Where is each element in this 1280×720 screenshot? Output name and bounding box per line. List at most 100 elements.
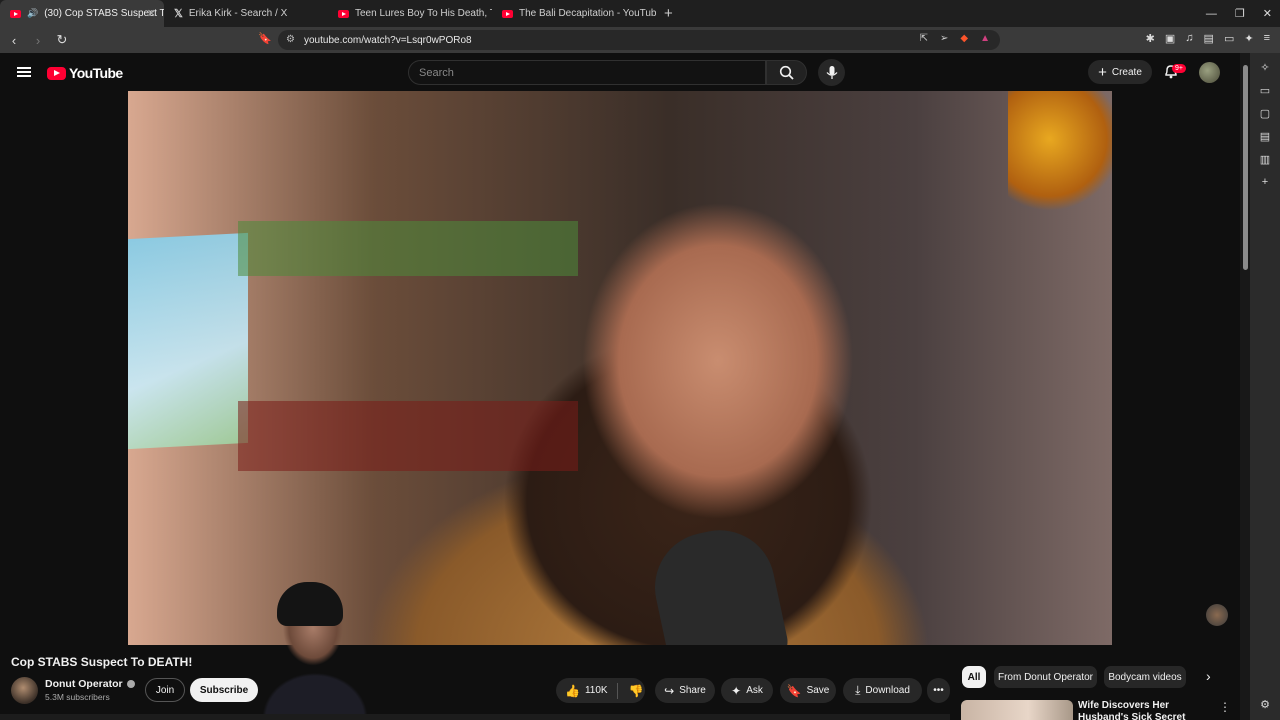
voice-search-button[interactable] (818, 59, 845, 86)
omnibox-actions: ⇱ ➢ ◆ ▲ (920, 33, 990, 44)
bookmark-icon[interactable]: 🔖 (258, 32, 272, 45)
page-scrollbar[interactable] (1240, 53, 1250, 720)
channel-name[interactable]: Donut Operator (45, 678, 135, 690)
sparkle-icon: ✦ (731, 683, 742, 698)
bookmark-save-icon: 🔖 (786, 683, 802, 698)
video-background-shelf (238, 401, 578, 471)
channel-avatar[interactable] (11, 677, 38, 704)
video-player[interactable] (128, 91, 1112, 645)
tab-title: Erika Kirk - Search / X (188, 8, 288, 19)
settings-icon[interactable]: ⚙ (1260, 698, 1270, 711)
leo-ai-icon[interactable]: ✧ (1260, 61, 1269, 74)
subscribe-button[interactable]: Subscribe (190, 678, 258, 702)
browser-tab-1[interactable]: 𝕏 Erika Kirk - Search / X (164, 0, 328, 27)
wallet-icon[interactable]: ▢ (1260, 107, 1270, 120)
youtube-icon (502, 9, 513, 18)
wallet-icon[interactable]: ▭ (1224, 32, 1234, 45)
chip-bodycam[interactable]: Bodycam videos (1104, 666, 1186, 688)
tab-title: Teen Lures Boy To His Death, Th (355, 8, 492, 19)
sidebar-toggle-icon[interactable]: ▤ (1204, 32, 1214, 45)
youtube-logo-icon (47, 66, 66, 80)
chevron-right-icon[interactable]: › (1206, 668, 1211, 684)
url-text: youtube.com/watch?v=Lsqr0wPORo8 (304, 34, 472, 46)
create-label: Create (1111, 66, 1142, 78)
back-icon[interactable]: ‹ (4, 33, 24, 48)
webcam-overlay (255, 578, 385, 720)
video-background-figure (1008, 91, 1112, 211)
download-label: Download (865, 685, 910, 696)
chip-all[interactable]: All (962, 666, 986, 688)
youtube-logo[interactable]: YouTube (47, 65, 123, 81)
search-input[interactable]: Search (408, 60, 766, 85)
open-external-icon[interactable]: ⇱ (920, 33, 928, 44)
more-vertical-icon[interactable]: ⋮ (1219, 700, 1231, 714)
extensions-icon[interactable]: ✱ (1146, 32, 1155, 45)
close-window-icon[interactable]: ✕ (1263, 7, 1272, 20)
close-tab-icon[interactable]: ✕ (147, 7, 156, 20)
subscriber-count: 5.3M subscribers (45, 692, 110, 702)
download-button[interactable]: ⤓ Download (843, 678, 922, 703)
share-label: Share (679, 685, 706, 696)
bottom-strip (0, 714, 950, 720)
notification-badge: 9+ (1172, 64, 1186, 73)
reading-list-icon[interactable]: ▥ (1260, 153, 1270, 166)
ask-label: Ask (746, 685, 763, 696)
video-background-monitor (128, 232, 248, 450)
more-icon: ••• (933, 685, 944, 696)
playlist-icon[interactable]: ▭ (1260, 84, 1270, 97)
search-button[interactable] (766, 60, 807, 85)
maximize-icon[interactable]: ❐ (1235, 7, 1245, 20)
rewards-icon[interactable]: ▲ (980, 33, 990, 44)
x-icon: 𝕏 (174, 8, 183, 20)
window-controls: — ❐ ✕ (1206, 0, 1272, 27)
save-label: Save (806, 685, 830, 696)
mic-icon (826, 66, 838, 79)
dislike-icon[interactable]: 👎 (629, 684, 644, 698)
share-button[interactable]: ↪ Share (655, 678, 715, 703)
minimize-icon[interactable]: — (1206, 8, 1217, 20)
recommendation-thumbnail[interactable] (961, 700, 1073, 720)
youtube-header: YouTube Search + Create 9+ (0, 53, 1240, 91)
site-info-icon[interactable]: ⚙ (286, 34, 295, 45)
new-tab-icon[interactable]: + (656, 5, 681, 22)
divider (616, 682, 618, 699)
create-button[interactable]: + Create (1088, 60, 1152, 84)
browser-tab-3[interactable]: The Bali Decapitation - YouTube (492, 0, 656, 27)
leo-icon[interactable]: ✦ (1244, 32, 1253, 45)
plus-icon: + (1098, 63, 1107, 81)
like-icon[interactable]: 👍 (565, 684, 580, 698)
youtube-icon (338, 9, 349, 18)
music-icon[interactable]: ♫ (1185, 32, 1193, 45)
logo-text: YouTube (69, 65, 123, 81)
join-button[interactable]: Join (145, 678, 185, 702)
menu-icon[interactable]: ≡ (1264, 32, 1270, 45)
video-title: Cop STABS Suspect To DEATH! (11, 655, 193, 669)
account-avatar[interactable] (1199, 62, 1220, 83)
browser-tab-0[interactable]: 🔊 (30) Cop STABS Suspect T ✕ (0, 0, 164, 27)
url-field[interactable]: ⚙ youtube.com/watch?v=Lsqr0wPORo8 ⇱ ➢ ◆ … (278, 30, 1000, 50)
recommendation-title[interactable]: Wife Discovers Her Husband's Sick Secret (1078, 700, 1218, 720)
send-icon[interactable]: ➢ (940, 33, 948, 44)
verified-icon (126, 680, 135, 688)
chip-from-channel[interactable]: From Donut Operator (994, 666, 1097, 688)
search-icon (779, 65, 794, 80)
scrollbar-thumb[interactable] (1243, 65, 1248, 270)
brave-shield-icon[interactable]: ◆ (960, 33, 968, 44)
forward-icon[interactable]: › (28, 33, 48, 48)
corner-avatar (1206, 604, 1228, 626)
bookmarks-icon[interactable]: ▤ (1260, 130, 1270, 143)
ask-button[interactable]: ✦ Ask (721, 678, 773, 703)
hamburger-menu-icon[interactable] (17, 67, 31, 77)
download-icon: ⤓ (855, 683, 861, 697)
browser-tab-bar: 🔊 (30) Cop STABS Suspect T ✕ 𝕏 Erika Kir… (0, 0, 1280, 27)
reload-icon[interactable]: ↻ (52, 32, 72, 48)
add-panel-icon[interactable]: + (1262, 176, 1268, 188)
screenshot-icon[interactable]: ▣ (1165, 32, 1175, 45)
save-button[interactable]: 🔖 Save (780, 678, 836, 703)
like-count[interactable]: 110K (585, 685, 608, 696)
youtube-icon (10, 9, 21, 18)
more-actions-button[interactable]: ••• (927, 678, 950, 703)
browser-tab-2[interactable]: Teen Lures Boy To His Death, Th (328, 0, 492, 27)
extensions-toolbar: ✱ ▣ ♫ ▤ ▭ ✦ ≡ (1146, 32, 1270, 45)
browser-side-panel: ✧ ▭ ▢ ▤ ▥ + ⚙ (1250, 53, 1280, 720)
